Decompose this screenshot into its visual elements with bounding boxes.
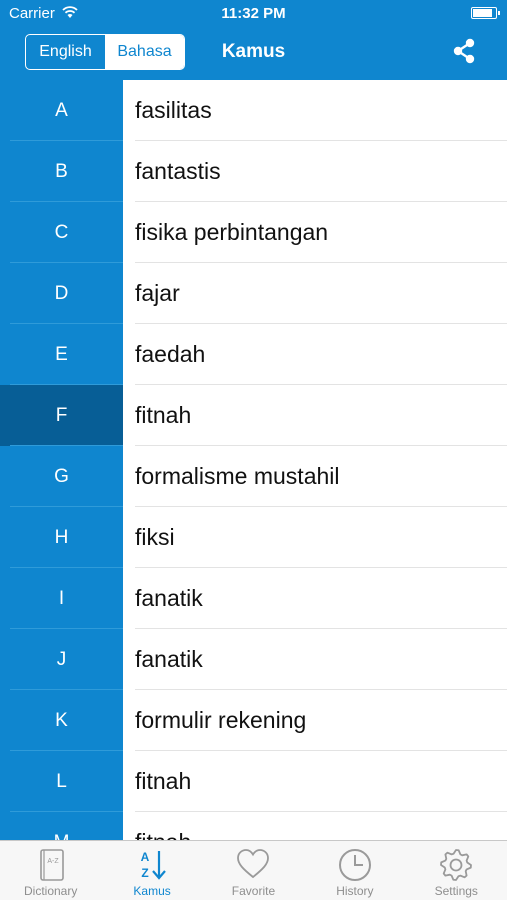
gear-outline — [440, 849, 473, 881]
tab-label: Kamus — [133, 884, 171, 898]
index-letter-j[interactable]: J — [0, 629, 123, 690]
clock-icon — [338, 849, 371, 881]
dictionary-content: ABCDEFGHIJKLM fasilitasfantastisfisika p… — [0, 80, 507, 840]
svg-text:A-Z: A-Z — [47, 858, 59, 865]
svg-text:A: A — [141, 850, 150, 864]
tab-label: History — [336, 884, 374, 898]
index-letter-l[interactable]: L — [0, 751, 123, 812]
language-segmented-control[interactable]: English Bahasa — [25, 34, 185, 70]
index-letter-d[interactable]: D — [0, 263, 123, 324]
index-letter-e[interactable]: E — [0, 324, 123, 385]
tab-history[interactable]: History — [304, 841, 405, 900]
page-title: Kamus — [221, 41, 286, 62]
word-row[interactable]: fantastis — [123, 141, 507, 202]
alphabet-index[interactable]: ABCDEFGHIJKLM — [0, 80, 123, 840]
status-bar: Carrier 11:32 PM — [0, 0, 507, 28]
word-row[interactable]: formulir rekening — [123, 690, 507, 751]
tab-bar: A-Z Dictionary A Z Kamus Favorite Histor… — [0, 840, 507, 900]
index-letter-f[interactable]: F — [0, 385, 123, 446]
word-row[interactable]: fiksi — [123, 507, 507, 568]
index-letter-c[interactable]: C — [0, 202, 123, 263]
segment-bahasa[interactable]: Bahasa — [105, 35, 184, 69]
sort-az-icon: A Z — [141, 850, 166, 880]
word-row[interactable]: fanatik — [123, 629, 507, 690]
tab-label: Dictionary — [24, 884, 78, 898]
word-row[interactable]: fanatik — [123, 568, 507, 629]
index-letter-a[interactable]: A — [0, 80, 123, 141]
word-row[interactable]: fasilitas — [123, 80, 507, 141]
dictionary-icon: A-Z — [39, 849, 64, 881]
index-letter-k[interactable]: K — [0, 690, 123, 751]
word-row[interactable]: fajar — [123, 263, 507, 324]
word-list[interactable]: fasilitas fantastis fisika perbintangan faj… — [123, 80, 507, 840]
tab-dictionary[interactable]: A-Z Dictionary — [0, 841, 101, 900]
svg-text:Z: Z — [141, 866, 148, 880]
word-row[interactable]: fitnah — [123, 812, 507, 840]
tab-favorite[interactable]: Favorite — [203, 841, 304, 900]
index-letter-i[interactable]: I — [0, 568, 123, 629]
tab-label: Favorite — [231, 884, 276, 898]
word-row[interactable]: faedah — [123, 324, 507, 385]
tab-kamus[interactable]: A Z Kamus — [101, 841, 202, 900]
word-row[interactable]: fitnah — [123, 751, 507, 812]
share-icon[interactable] — [450, 37, 478, 65]
tab-label: Settings — [434, 884, 478, 898]
tab-settings[interactable]: Settings — [406, 841, 507, 900]
gear-icon — [440, 849, 473, 881]
word-row[interactable]: formalisme mustahil — [123, 446, 507, 507]
battery-icon — [471, 7, 500, 19]
word-row[interactable]: fisika perbintangan — [123, 202, 507, 263]
index-letter-b[interactable]: B — [0, 141, 123, 202]
navigation-bar: Carrier 11:32 PM English Bahasa Kamus — [0, 0, 507, 80]
segment-english[interactable]: English — [26, 35, 105, 69]
heart-icon — [237, 849, 270, 879]
word-row[interactable]: fitnah — [123, 385, 507, 446]
index-letter-g[interactable]: G — [0, 446, 123, 507]
index-letter-m[interactable]: M — [0, 812, 123, 841]
index-letter-h[interactable]: H — [0, 507, 123, 568]
status-time: 11:32 PM — [221, 5, 286, 22]
